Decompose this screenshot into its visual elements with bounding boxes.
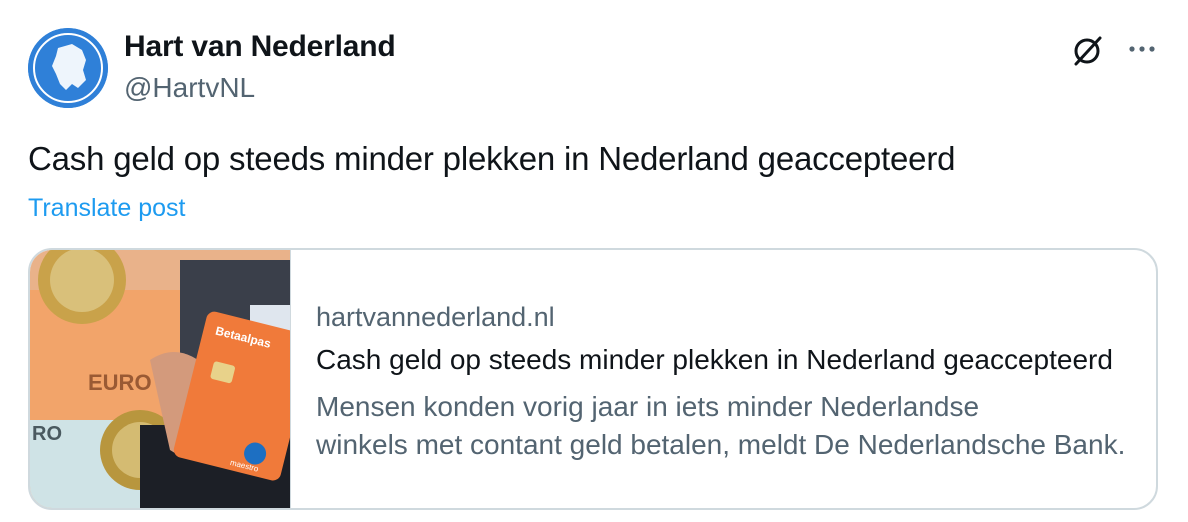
post-text: Cash geld op steeds minder plekken in Ne…: [28, 140, 956, 177]
card-domain: hartvannederland.nl: [316, 302, 555, 332]
translate-post-link[interactable]: Translate post: [28, 194, 185, 223]
thumb-euro-text: EURO: [88, 370, 152, 395]
link-preview-card[interactable]: EURO RO Betaalpas maestro hartvannederla…: [28, 248, 1158, 510]
cash-and-card-image: EURO RO Betaalpas maestro: [30, 250, 290, 508]
thumb-ro-text: RO: [32, 423, 62, 445]
grok-icon[interactable]: [1070, 32, 1106, 68]
card-description-line: winkels met contant geld betalen, meldt …: [316, 429, 1126, 460]
avatar[interactable]: [28, 28, 108, 108]
more-icon[interactable]: [1124, 34, 1160, 64]
card-thumbnail: EURO RO Betaalpas maestro: [30, 250, 291, 508]
author-name[interactable]: Hart van Nederland: [124, 30, 396, 64]
card-description-line: Mensen konden vorig jaar in iets minder …: [316, 391, 980, 422]
netherlands-map-logo-icon: [28, 28, 108, 108]
card-title: Cash geld op steeds minder plekken in Ne…: [316, 344, 1113, 375]
author-handle[interactable]: @HartvNL: [124, 72, 255, 104]
card-description: Mensen konden vorig jaar in iets minder …: [316, 388, 1146, 464]
